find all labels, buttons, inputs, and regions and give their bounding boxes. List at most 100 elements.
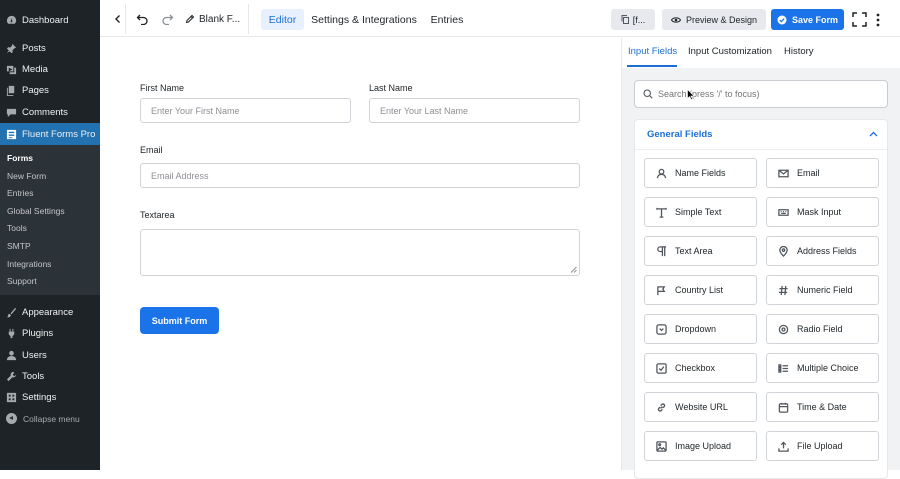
paragraph-icon (655, 245, 667, 257)
field-label: File Upload (797, 441, 843, 451)
field-image-upload[interactable]: Image Upload (644, 431, 757, 461)
submenu-item-forms[interactable]: Forms (7, 153, 33, 163)
field-radio-field[interactable]: Radio Field (766, 314, 879, 344)
sidebar-item-tools[interactable]: Tools (0, 366, 100, 387)
media-icon (6, 64, 17, 75)
field-search-box[interactable] (634, 80, 888, 108)
sidebar-item-label: Dashboard (22, 15, 69, 26)
sidebar-item-pages[interactable]: Pages (0, 80, 100, 101)
email-label: Email (140, 145, 163, 155)
pin-icon (6, 43, 17, 54)
sidebar-item-label: Users (22, 350, 47, 361)
image-icon (655, 440, 667, 452)
submenu-item-support[interactable]: Support (7, 276, 37, 286)
form-title-button[interactable]: Blank F... (185, 10, 247, 28)
field-simple-text[interactable]: Simple Text (644, 197, 757, 227)
field-name-fields[interactable]: Name Fields (644, 158, 757, 188)
users-icon (6, 350, 17, 361)
submenu-item-entries[interactable]: Entries (7, 188, 33, 198)
shortcode-button[interactable]: [f... (611, 9, 655, 30)
chevron-left-icon (115, 15, 120, 23)
field-numeric-field[interactable]: Numeric Field (766, 275, 879, 305)
field-label: Website URL (675, 402, 728, 412)
field-label: Name Fields (675, 168, 726, 178)
undo-button[interactable] (134, 11, 150, 27)
submenu-item-smtp[interactable]: SMTP (7, 241, 31, 251)
last-name-field[interactable]: Enter Your Last Name (369, 98, 580, 123)
sidebar-item-fluent-forms-pro[interactable]: Fluent Forms Pro (0, 123, 100, 145)
email-field[interactable]: Email Address (140, 163, 580, 188)
redo-icon (161, 14, 173, 25)
collapse-menu-label: Collapse menu (23, 413, 80, 424)
textarea-field[interactable] (140, 229, 580, 276)
fullscreen-button[interactable] (851, 11, 868, 28)
tab-input-fields[interactable]: Input Fields (628, 46, 677, 57)
submenu-item-tools[interactable]: Tools (7, 223, 27, 233)
field-file-upload[interactable]: File Upload (766, 431, 879, 461)
sidebar-submenu (0, 145, 100, 295)
general-fields-section: General Fields Name Fields Email Simple … (634, 119, 888, 479)
first-name-label: First Name (140, 83, 185, 93)
field-email[interactable]: Email (766, 158, 879, 188)
field-text-area[interactable]: Text Area (644, 236, 757, 266)
redo-button[interactable] (159, 11, 175, 27)
sidebar-item-label: Posts (22, 43, 46, 54)
field-address-fields[interactable]: Address Fields (766, 236, 879, 266)
field-time-date[interactable]: Time & Date (766, 392, 879, 422)
submenu-item-global-settings[interactable]: Global Settings (7, 206, 65, 216)
submenu-item-integrations[interactable]: Integrations (7, 259, 51, 269)
field-dropdown[interactable]: Dropdown (644, 314, 757, 344)
undo-icon (136, 14, 148, 25)
save-form-button[interactable]: Save Form (771, 9, 844, 30)
tab-settings-integrations[interactable]: Settings & Integrations (309, 9, 419, 30)
last-name-label: Last Name (369, 83, 413, 93)
textarea-label: Textarea (140, 210, 175, 220)
chevron-up-icon (869, 131, 878, 137)
admin-sidebar: Dashboard Posts Media Pages Comments Flu… (0, 0, 100, 470)
checkbox-icon (655, 362, 667, 374)
submenu-item-new-form[interactable]: New Form (7, 171, 46, 181)
field-multiple-choice[interactable]: Multiple Choice (766, 353, 879, 383)
field-country-list[interactable]: Country List (644, 275, 757, 305)
eye-icon (670, 16, 681, 23)
pencil-icon (185, 14, 195, 24)
resize-handle-icon[interactable] (570, 266, 577, 273)
submit-form-button[interactable]: Submit Form (140, 307, 219, 334)
forms-icon (6, 129, 17, 140)
sidebar-item-dashboard[interactable]: Dashboard (0, 10, 100, 31)
general-fields-header[interactable]: General Fields (635, 120, 887, 150)
dropdown-icon (655, 323, 667, 335)
tab-history[interactable]: History (784, 46, 814, 57)
field-mask-input[interactable]: Mask Input (766, 197, 879, 227)
back-button[interactable] (110, 11, 126, 27)
tab-input-customization[interactable]: Input Customization (688, 46, 772, 57)
sidebar-item-users[interactable]: Users (0, 345, 100, 366)
sidebar-item-settings[interactable]: Settings (0, 387, 100, 408)
check-circle-icon (777, 15, 787, 24)
field-checkbox[interactable]: Checkbox (644, 353, 757, 383)
tab-entries[interactable]: Entries (426, 9, 468, 30)
sidebar-item-appearance[interactable]: Appearance (0, 302, 100, 323)
tab-editor[interactable]: Editor (261, 9, 304, 30)
mouse-cursor-icon (687, 89, 694, 100)
location-pin-icon (777, 245, 789, 257)
field-website-url[interactable]: Website URL (644, 392, 757, 422)
sidebar-item-comments[interactable]: Comments (0, 102, 100, 123)
wrench-icon (6, 371, 17, 382)
field-label: Text Area (675, 246, 713, 256)
sidebar-item-posts[interactable]: Posts (0, 38, 100, 59)
more-options-button[interactable] (873, 11, 883, 28)
field-label: Country List (675, 285, 724, 295)
flag-icon (655, 284, 667, 296)
sidebar-item-label: Appearance (22, 307, 74, 318)
sidebar-item-plugins[interactable]: Plugins (0, 323, 100, 344)
sidebar-item-media[interactable]: Media (0, 59, 100, 80)
first-name-field[interactable]: Enter Your First Name (140, 98, 351, 123)
field-label: Numeric Field (797, 285, 853, 295)
form-editor-canvas: First Name Enter Your First Name Last Na… (100, 38, 621, 470)
preview-label: Preview & Design (685, 14, 758, 25)
collapse-menu-button[interactable]: Collapse menu (6, 413, 80, 424)
brush-icon (6, 307, 17, 318)
preview-design-button[interactable]: Preview & Design (662, 9, 766, 30)
field-label: Image Upload (675, 441, 732, 451)
